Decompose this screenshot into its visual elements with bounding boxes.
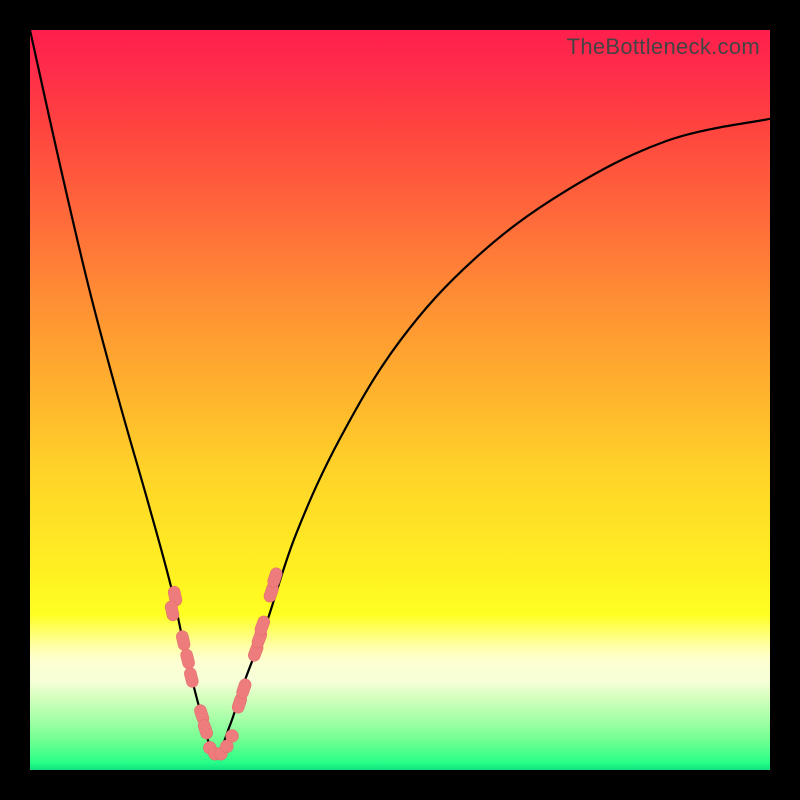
bottleneck-curve (30, 30, 770, 770)
beads-left-group (164, 585, 214, 741)
bead (183, 666, 199, 688)
curve-path (30, 30, 770, 755)
bead (179, 648, 195, 670)
bead (226, 729, 239, 742)
plot-area: TheBottleneck.com (30, 30, 770, 770)
beads-right-group (231, 566, 284, 715)
bead (175, 629, 191, 651)
